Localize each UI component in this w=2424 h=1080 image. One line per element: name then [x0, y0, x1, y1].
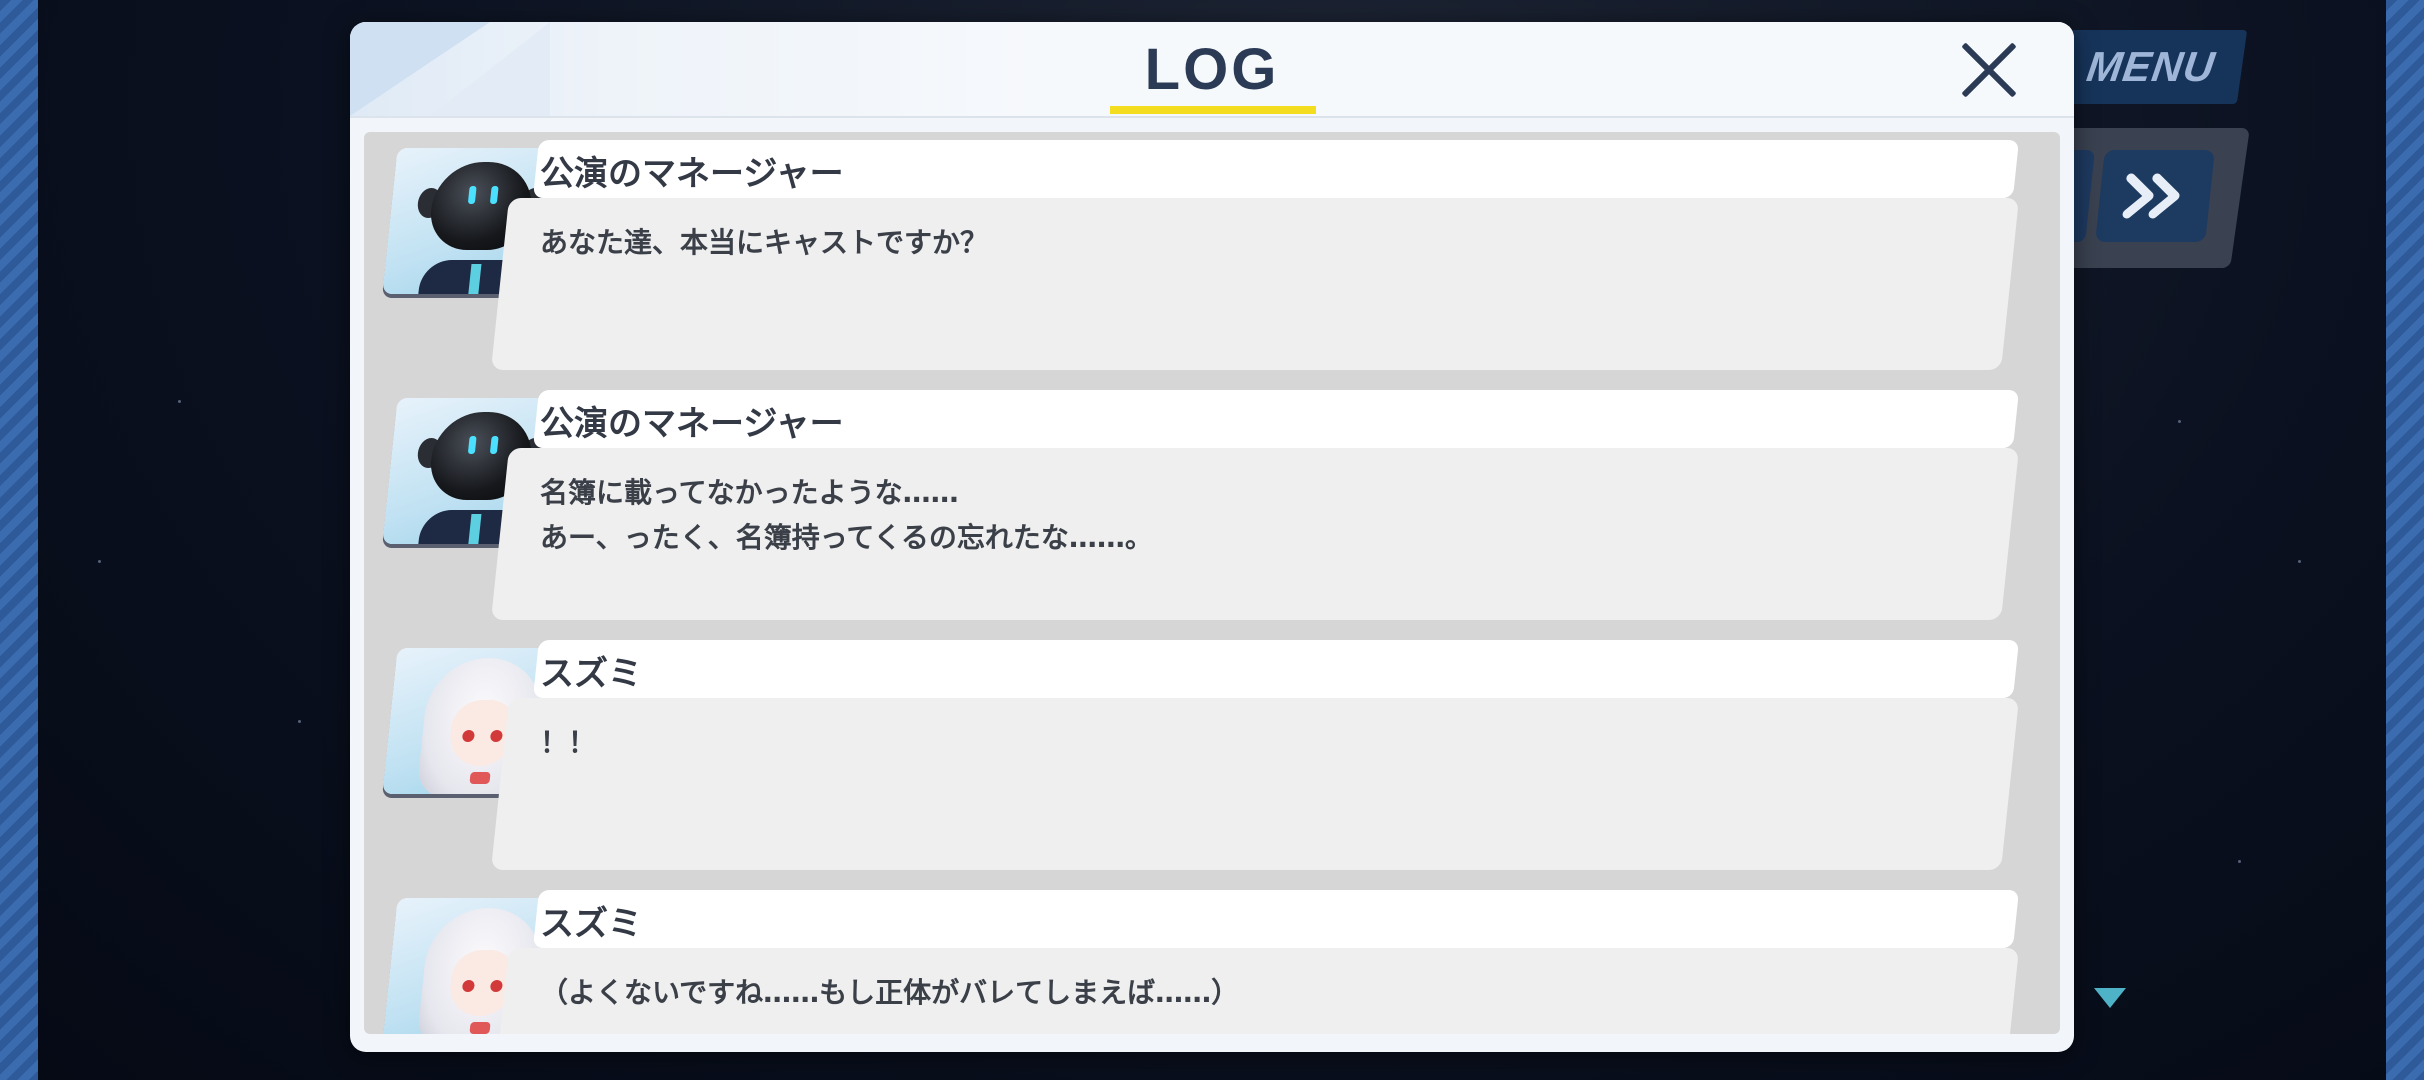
- dialogue-text: あなた達、本当にキャストですか？: [540, 220, 988, 265]
- left-border-stripe: [0, 0, 38, 1080]
- speaker-name-bar: [532, 890, 2020, 948]
- star: [2298, 560, 2301, 563]
- speaker-name: スズミ: [540, 654, 642, 694]
- dialogue-line: （よくないですね……もし正体がバレてしまえば……）: [540, 976, 1240, 1009]
- dialogue-box: [490, 698, 2020, 870]
- star: [178, 400, 181, 403]
- log-title: LOG: [1144, 37, 1280, 102]
- menu-button-label: MENU: [2083, 43, 2219, 90]
- menu-button[interactable]: MENU: [2054, 30, 2248, 104]
- log-dialog-header: LOG: [350, 22, 2074, 118]
- star: [2178, 420, 2181, 423]
- fast-forward-icon: [2122, 173, 2180, 219]
- speaker-name-bar: [532, 640, 2020, 698]
- dialogue-line: ！！: [540, 726, 597, 759]
- dialogue-text: ！！: [540, 720, 596, 765]
- star: [2238, 860, 2241, 863]
- speaker-name: スズミ: [540, 904, 642, 944]
- speaker-name: 公演のマネージャー: [540, 404, 844, 444]
- log-entry: スズミ （よくないですね……もし正体がバレてしまえば……）: [364, 890, 2060, 1034]
- log-entry: 公演のマネージャー 名簿に載ってなかったような…… あー、ったく、名簿持ってくる…: [364, 390, 2060, 630]
- speaker-name: 公演のマネージャー: [540, 154, 844, 194]
- skip-button[interactable]: [2095, 150, 2215, 242]
- star: [298, 720, 301, 723]
- dialogue-text: （よくないですね……もし正体がバレてしまえば……）: [540, 970, 1239, 1015]
- dialogue-line: 名簿に載ってなかったような……: [540, 476, 959, 509]
- log-entry: スズミ ！！: [364, 640, 2060, 880]
- log-scroll-area[interactable]: 公演のマネージャー あなた達、本当にキャストですか？ 公演のマネージャー 名簿に…: [364, 132, 2060, 1034]
- close-button[interactable]: [1958, 38, 2022, 102]
- dialogue-line: あー、ったく、名簿持ってくるの忘れたな……。: [540, 521, 1153, 554]
- right-border-stripe: [2386, 0, 2424, 1080]
- star: [98, 560, 101, 563]
- title-underline: [1110, 106, 1316, 114]
- dialogue-text: 名簿に載ってなかったような…… あー、ったく、名簿持ってくるの忘れたな……。: [540, 470, 1153, 560]
- scroll-down-arrow-icon: [2094, 988, 2126, 1008]
- log-entry: 公演のマネージャー あなた達、本当にキャストですか？: [364, 140, 2060, 380]
- log-dialog: LOG 公演のマネージャー あなた達、本当にキャストですか？ 公演のマネージャー…: [350, 22, 2074, 1052]
- dialogue-line: あなた達、本当にキャストですか？: [540, 226, 989, 259]
